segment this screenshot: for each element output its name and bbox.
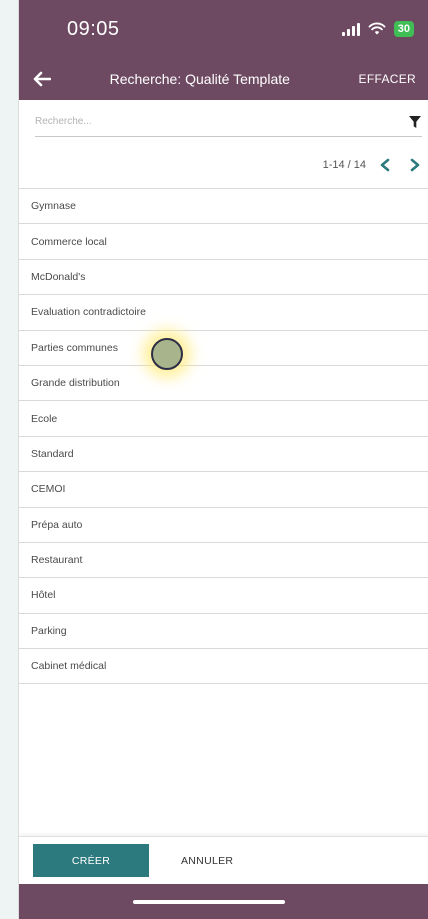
status-icons: 30 — [341, 21, 414, 37]
create-button[interactable]: CRÉER — [33, 844, 149, 877]
list-item[interactable]: Ecole — [19, 401, 428, 437]
list-item[interactable]: Evaluation contradictoire — [19, 295, 428, 331]
list-item[interactable]: Gymnase — [19, 189, 428, 225]
list-item[interactable]: Restaurant — [19, 543, 428, 579]
list-item[interactable]: Cabinet médical — [19, 649, 428, 685]
cancel-button[interactable]: ANNULER — [181, 855, 233, 867]
chevron-right-icon[interactable] — [404, 154, 426, 176]
page-title: Recherche: Qualité Template — [109, 71, 290, 87]
template-list: Gymnase Commerce local McDonald's Evalua… — [19, 188, 428, 685]
pager: 1-14 / 14 — [19, 144, 428, 186]
status-bar: 09:05 30 — [19, 0, 428, 58]
search-row — [19, 100, 428, 144]
pager-value[interactable]: 1-14 / 14 — [323, 159, 366, 171]
list-item[interactable]: Hôtel — [19, 578, 428, 614]
battery-icon: 30 — [393, 21, 414, 37]
list-item[interactable]: Parking — [19, 614, 428, 650]
signal-icon — [341, 22, 360, 36]
search-input[interactable] — [35, 116, 402, 127]
system-nav-bar — [19, 884, 428, 919]
chevron-left-icon[interactable] — [374, 154, 396, 176]
bottom-action-bar: CRÉER ANNULER — [19, 836, 428, 884]
filter-icon[interactable] — [408, 115, 422, 129]
clear-button[interactable]: EFFACER — [359, 72, 416, 86]
search-box — [35, 107, 422, 137]
list-item[interactable]: Commerce local — [19, 224, 428, 260]
list-item[interactable]: Standard — [19, 437, 428, 473]
list-item[interactable]: CEMOI — [19, 472, 428, 508]
list-item[interactable]: Parties communes — [19, 331, 428, 366]
app-bar: Recherche: Qualité Template EFFACER — [19, 58, 428, 100]
touch-indicator — [151, 338, 183, 370]
status-time: 09:05 — [67, 17, 120, 40]
list-item[interactable]: McDonald's — [19, 260, 428, 296]
arrow-left-icon[interactable] — [33, 67, 61, 91]
app-screen: 09:05 30 Recherche: Qualité Template EFF… — [18, 0, 428, 919]
wifi-icon — [368, 22, 386, 35]
home-indicator[interactable] — [133, 899, 285, 904]
list-item[interactable]: Prépa auto — [19, 508, 428, 543]
list-item[interactable]: Grande distribution — [19, 366, 428, 402]
